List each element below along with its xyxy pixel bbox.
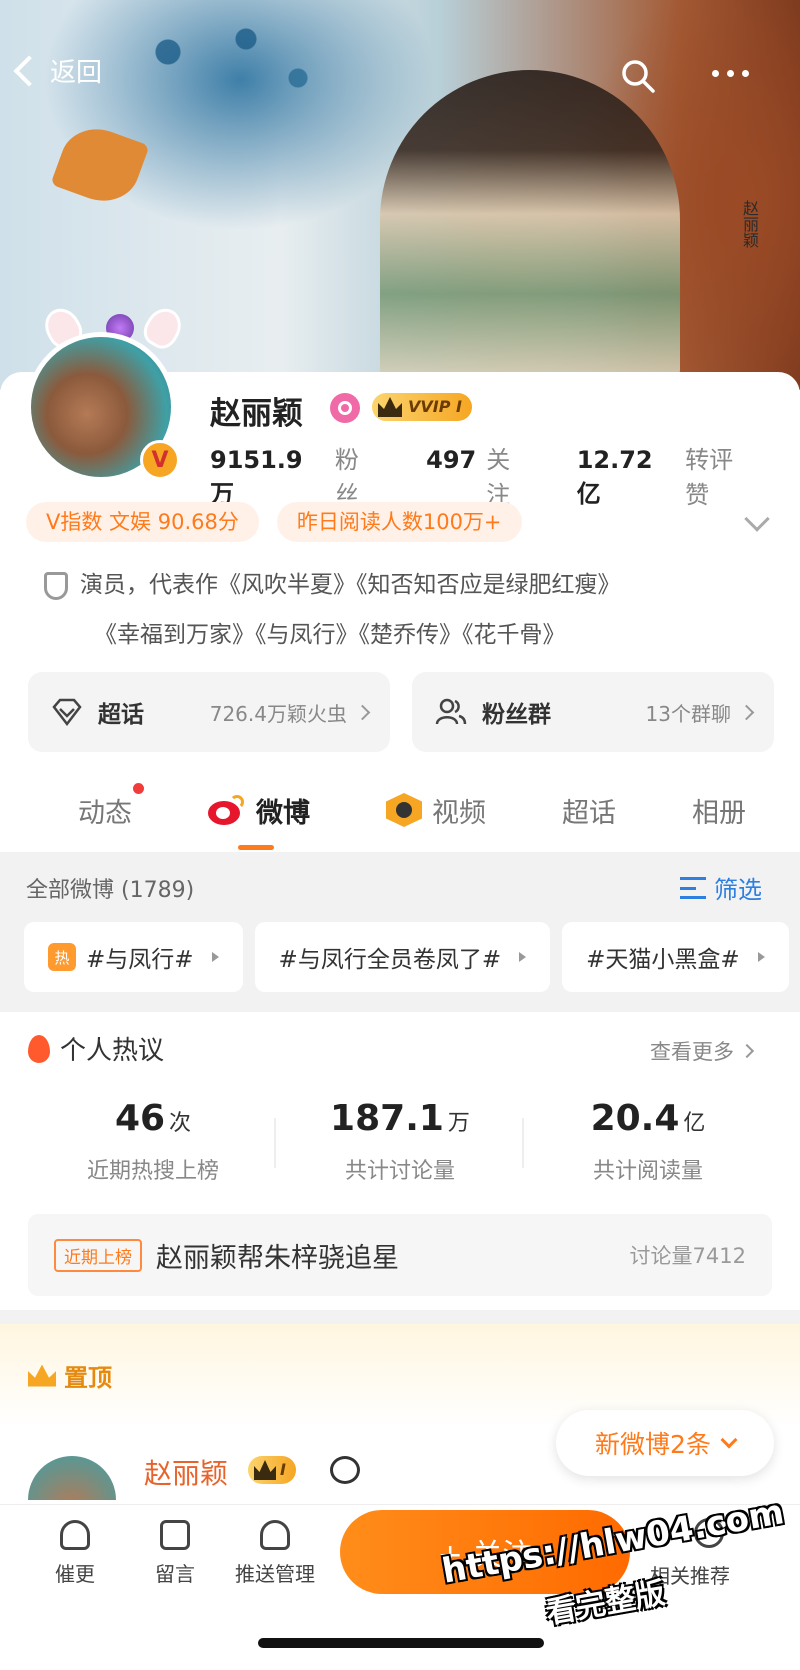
super-topic-icon[interactable] — [330, 393, 360, 423]
chevron-left-icon — [13, 54, 45, 87]
tab-super-topic[interactable]: 超话 — [562, 791, 616, 830]
fan-group-title: 粉丝群 — [482, 702, 551, 728]
bio-line-1: 演员，代表作《风吹半夏》《知否知否应是绿肥红瘦》 — [80, 572, 621, 598]
avatar[interactable]: V — [26, 300, 188, 482]
chevron-right-icon — [354, 704, 371, 720]
home-indicator — [258, 1638, 544, 1648]
see-more-link[interactable]: 查看更多 — [650, 1036, 755, 1066]
chevron-right-icon — [739, 1043, 755, 1059]
topic-chip[interactable]: #天猫小黑盒# — [562, 922, 789, 992]
chevron-right-icon — [738, 704, 755, 720]
play-triangle-icon — [757, 952, 765, 962]
v-index-tag[interactable]: V指数 文娱 90.68分 — [26, 502, 259, 542]
trending-topic-row[interactable]: 近期上榜 赵丽颖帮朱梓骁追星 讨论量7412 — [28, 1214, 772, 1296]
cover-figure — [380, 70, 680, 390]
bell-plus-icon — [260, 1520, 290, 1550]
stat-following[interactable]: 497 关注 — [426, 440, 533, 510]
hot-icon: 热 — [48, 943, 76, 971]
post-author-name[interactable]: 赵丽颖 — [144, 1452, 228, 1492]
profile-page: 赵丽颖 返回 V 赵丽颖 VVIP I 9151.9万 粉丝 497 关注 12.7… — [0, 0, 800, 1670]
section-gap — [0, 1310, 800, 1324]
more-icon[interactable] — [712, 70, 749, 77]
push-settings-button[interactable]: 推送管理 — [230, 1520, 320, 1587]
metric-reads: 20.4 亿 共计阅读量 — [590, 1098, 706, 1184]
profile-panels: 超话 726.4万颖火虫 粉丝群 13个群聊 — [28, 672, 774, 752]
crown-icon — [28, 1364, 56, 1387]
message-icon — [160, 1520, 190, 1550]
cover-branches — [90, 0, 350, 130]
video-icon — [386, 793, 422, 827]
bio-line-2: 《幸福到万家》《与凤行》《楚乔传》《花千骨》 — [94, 622, 566, 648]
tab-weibo[interactable]: 微博 — [208, 791, 310, 850]
profile-bio: 演员，代表作《风吹半夏》《知否知否应是绿肥红瘦》 《幸福到万家》《与凤行》《楚乔… — [44, 560, 764, 660]
crown-icon — [378, 397, 402, 417]
topic-chip[interactable]: 热 #与凤行# — [24, 922, 243, 992]
double-chevron-down-icon — [720, 1431, 738, 1449]
post-avatar[interactable] — [28, 1440, 118, 1500]
cover-leaf — [50, 118, 150, 212]
fan-group-sub: 13个群聊 — [645, 701, 731, 726]
panda-icon — [330, 1456, 360, 1484]
filter-button[interactable]: 筛选 — [680, 870, 762, 905]
profile-stats: 9151.9万 粉丝 497 关注 12.72亿 转评赞 — [210, 440, 800, 510]
play-triangle-icon — [211, 952, 219, 962]
topic-chip[interactable]: #与凤行全员卷凤了# — [254, 922, 551, 992]
recent-trend-label: 近期上榜 — [54, 1238, 142, 1272]
group-icon — [435, 698, 467, 725]
stat-interactions[interactable]: 12.72亿 转评赞 — [577, 440, 756, 510]
trend-topic: 赵丽颖帮朱梓骁追星 — [156, 1242, 399, 1274]
play-triangle-icon — [519, 952, 527, 962]
flame-icon — [28, 1034, 50, 1063]
metric-discussion: 187.1 万 共计讨论量 — [330, 1098, 470, 1184]
post-vip-badge: I — [248, 1456, 296, 1484]
search-icon[interactable] — [620, 58, 656, 94]
fan-group-panel[interactable]: 粉丝群 13个群聊 — [412, 672, 774, 752]
vvip-badge[interactable]: VVIP I — [372, 393, 472, 421]
stat-followers[interactable]: 9151.9万 粉丝 — [210, 440, 382, 510]
new-posts-button[interactable]: 新微博2条 — [556, 1410, 774, 1476]
topic-chips: 热 #与凤行# #与凤行全员卷凤了# #天猫小黑盒# — [24, 922, 789, 992]
tab-album[interactable]: 相册 — [692, 791, 746, 830]
nudge-button[interactable]: 催更 — [30, 1520, 120, 1587]
all-weibo-count: 全部微博 (1789) — [26, 878, 195, 903]
pinned-label: 置顶 — [28, 1358, 112, 1393]
message-button[interactable]: 留言 — [130, 1520, 220, 1587]
active-tab-indicator — [238, 844, 274, 850]
back-label: 返回 — [50, 58, 103, 88]
super-topic-panel[interactable]: 超话 726.4万颖火虫 — [28, 672, 390, 752]
crown-icon — [254, 1460, 276, 1480]
metric-hot-search: 46 次 近期热搜上榜 — [86, 1098, 219, 1184]
hot-discussion-title: 个人热议 — [28, 1030, 164, 1067]
back-button[interactable]: 返回 — [13, 52, 103, 89]
bell-icon — [60, 1520, 90, 1550]
diamond-icon — [52, 698, 82, 727]
cover-vertical-text: 赵丽颖 — [740, 200, 759, 248]
tab-feed[interactable]: 动态 — [78, 782, 144, 830]
verified-badge-icon: V — [140, 440, 180, 480]
super-topic-sub: 726.4万颖火虫 — [209, 701, 347, 726]
profile-tags: V指数 文娱 90.68分 昨日阅读人数100万+ — [26, 502, 522, 542]
trend-count: 讨论量7412 — [629, 1244, 746, 1268]
notification-dot — [133, 782, 144, 794]
profile-name: 赵丽颖 — [210, 396, 303, 432]
super-topic-title: 超话 — [98, 702, 144, 728]
profile-tabs: 动态 微博 视频 超话 相册 — [0, 770, 800, 850]
weibo-icon — [208, 795, 246, 825]
vvip-label: VVIP I — [408, 397, 462, 416]
reads-tag[interactable]: 昨日阅读人数100万+ — [276, 502, 522, 542]
shield-icon — [44, 571, 68, 600]
filter-icon — [680, 876, 706, 899]
tab-video[interactable]: 视频 — [386, 791, 486, 830]
